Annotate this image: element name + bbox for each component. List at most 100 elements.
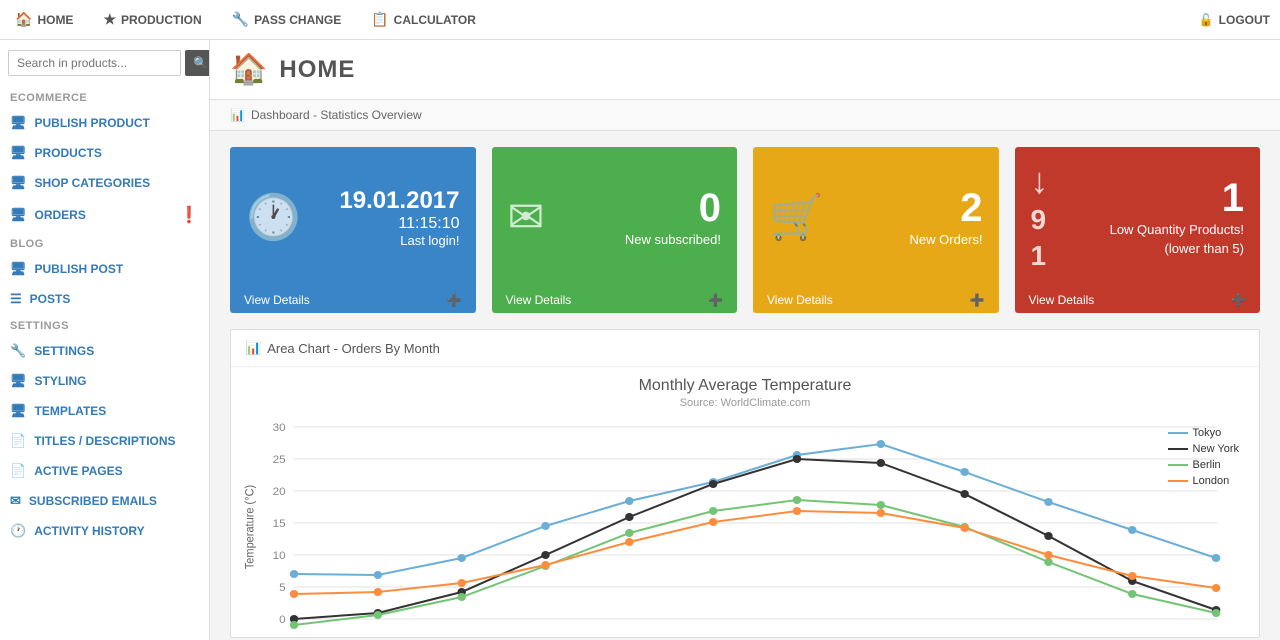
view-details-subscribed[interactable]: View Details ➕: [492, 287, 738, 313]
wrench-icon: 🔧: [10, 343, 26, 359]
svg-text:20: 20: [273, 486, 286, 498]
sidebar-item-posts[interactable]: ☰ POSTS: [0, 284, 209, 314]
sidebar-item-label: TEMPLATES: [35, 404, 107, 418]
monitor-icon: 🖥: [10, 115, 27, 131]
nav-production[interactable]: ★ PRODUCTION: [98, 11, 206, 28]
legend-line-berlin: [1168, 464, 1188, 466]
logout-icon: 🔓: [1199, 13, 1214, 27]
low-qty-icon: ↓91: [1031, 163, 1049, 271]
stat-card-body: ✉ 0 New subscribed!: [492, 147, 738, 287]
legend-berlin: Berlin: [1168, 459, 1239, 471]
sidebar-item-publish-product[interactable]: 🖥 PUBLISH PRODUCT: [0, 108, 209, 138]
legend-label-tokyo: Tokyo: [1193, 427, 1222, 439]
sidebar-item-label: ACTIVITY HISTORY: [34, 524, 144, 538]
sidebar-item-settings[interactable]: 🔧 SETTINGS: [0, 336, 209, 366]
nav-pass-change[interactable]: 🔧 PASS CHANGE: [227, 11, 347, 28]
stat-card-lowqty: ↓91 1 Low Quantity Products! (lower than…: [1015, 147, 1261, 313]
sidebar-item-shop-categories[interactable]: 🖥 SHOP CATEGORIES: [0, 168, 209, 198]
chart-svg: 30 25 20 15 10 5 0 Temperature (°C): [241, 417, 1249, 637]
list-icon: ☰: [10, 291, 22, 307]
monitor-icon: 🖥: [10, 373, 27, 389]
search-input[interactable]: [8, 50, 181, 76]
lowqty-label: Low Quantity Products!: [1110, 222, 1244, 237]
sidebar-item-orders[interactable]: 🖥 ORDERS ❗: [0, 198, 209, 232]
stat-card-subscribed: ✉ 0 New subscribed! View Details ➕: [492, 147, 738, 313]
orders-label: New Orders!: [910, 232, 983, 247]
nav-calculator[interactable]: 📋 CALCULATOR: [366, 11, 481, 28]
sidebar-item-label: ORDERS: [35, 208, 86, 222]
sidebar-item-products[interactable]: 🖥 PRODUCTS: [0, 138, 209, 168]
legend-line-newyork: [1168, 448, 1188, 450]
svg-text:15: 15: [273, 518, 286, 530]
main-content: 🏠 HOME 📊 Dashboard - Statistics Overview…: [210, 40, 1280, 640]
sidebar-item-titles-descriptions[interactable]: 📄 TITLES / DESCRIPTIONS: [0, 426, 209, 456]
legend-london: London: [1168, 475, 1239, 487]
stat-card-orders: 🛒 2 New Orders! View Details ➕: [753, 147, 999, 313]
sidebar-item-subscribed-emails[interactable]: ✉ SUBSCRIBED EMAILS: [0, 486, 209, 516]
nav-production-label: PRODUCTION: [121, 13, 202, 27]
view-details-lowqty[interactable]: View Details ➕: [1015, 287, 1261, 313]
stat-card-login: 🕐 19.01.2017 11:15:10 Last login! View D…: [230, 147, 476, 313]
view-details-label: View Details: [506, 293, 572, 307]
legend-line-london: [1168, 480, 1188, 482]
legend-tokyo: Tokyo: [1168, 427, 1239, 439]
search-bar: 🔍: [0, 40, 209, 86]
sidebar-item-label: SHOP CATEGORIES: [35, 176, 151, 190]
arrow-icon: ➕: [970, 293, 985, 307]
stat-card-body: 🕐 19.01.2017 11:15:10 Last login!: [230, 147, 476, 287]
legend-label-berlin: Berlin: [1193, 459, 1221, 471]
lowqty-count: 1: [1110, 178, 1244, 218]
svg-text:10: 10: [273, 550, 286, 562]
search-button[interactable]: 🔍: [185, 50, 210, 76]
view-details-login[interactable]: View Details ➕: [230, 287, 476, 313]
clock-icon: 🕐: [10, 523, 26, 539]
cart-icon: 🛒: [769, 191, 824, 243]
section-settings: SETTINGS: [0, 314, 209, 336]
legend-line-tokyo: [1168, 432, 1188, 434]
alert-badge: ❗: [179, 205, 199, 225]
sidebar-item-publish-post[interactable]: 🖥 PUBLISH POST: [0, 254, 209, 284]
chart-header-label: Area Chart - Orders By Month: [267, 341, 440, 356]
orders-count: 2: [910, 188, 983, 228]
stat-card-values: 1 Low Quantity Products! (lower than 5): [1110, 178, 1244, 256]
logout-button[interactable]: 🔓 LOGOUT: [1199, 13, 1270, 27]
sidebar-item-label: SETTINGS: [34, 344, 94, 358]
breadcrumb-text: Dashboard - Statistics Overview: [251, 108, 422, 122]
svg-text:25: 25: [273, 454, 286, 466]
wrench-icon: 🔧: [232, 11, 249, 28]
stat-card-body: 🛒 2 New Orders!: [753, 147, 999, 287]
layout: 🔍 ECOMMERCE 🖥 PUBLISH PRODUCT 🖥 PRODUCTS…: [0, 40, 1280, 640]
nav-items: 🏠 HOME ★ PRODUCTION 🔧 PASS CHANGE 📋 CALC…: [10, 11, 1199, 28]
stat-card-values: 0 New subscribed!: [625, 188, 721, 247]
chart-legend: Tokyo New York Berlin London: [1168, 427, 1239, 491]
monitor-icon: 🖥: [10, 403, 27, 419]
legend-label-newyork: New York: [1193, 443, 1239, 455]
stats-row: 🕐 19.01.2017 11:15:10 Last login! View D…: [210, 131, 1280, 329]
subscribed-count: 0: [625, 188, 721, 228]
clock-icon: 🕐: [246, 191, 301, 243]
nav-pass-change-label: PASS CHANGE: [254, 13, 341, 27]
login-date: 19.01.2017: [339, 187, 459, 215]
monitor-icon: 🖥: [10, 145, 27, 161]
email-icon: ✉: [10, 493, 21, 509]
sidebar-item-templates[interactable]: 🖥 TEMPLATES: [0, 396, 209, 426]
home-building-icon: 🏠: [230, 52, 267, 87]
nav-home[interactable]: 🏠 HOME: [10, 11, 78, 28]
document-icon: 📄: [10, 433, 26, 449]
sidebar-item-active-pages[interactable]: 📄 ACTIVE PAGES: [0, 456, 209, 486]
top-nav: 🏠 HOME ★ PRODUCTION 🔧 PASS CHANGE 📋 CALC…: [0, 0, 1280, 40]
svg-text:Temperature (°C): Temperature (°C): [244, 485, 256, 570]
section-ecommerce: ECOMMERCE: [0, 86, 209, 108]
sidebar-item-activity-history[interactable]: 🕐 ACTIVITY HISTORY: [0, 516, 209, 546]
document-icon: 📄: [10, 463, 26, 479]
sidebar-item-label: PRODUCTS: [35, 146, 102, 160]
arrow-icon: ➕: [708, 293, 723, 307]
sidebar-item-styling[interactable]: 🖥 STYLING: [0, 366, 209, 396]
monitor-icon: 🖥: [10, 207, 27, 223]
main-header: 🏠 HOME: [210, 40, 1280, 100]
chart-area: 30 25 20 15 10 5 0 Temperature (°C): [241, 417, 1249, 637]
monitor-icon: 🖥: [10, 175, 27, 191]
view-details-label: View Details: [244, 293, 310, 307]
view-details-orders[interactable]: View Details ➕: [753, 287, 999, 313]
login-time: 11:15:10: [339, 215, 459, 233]
